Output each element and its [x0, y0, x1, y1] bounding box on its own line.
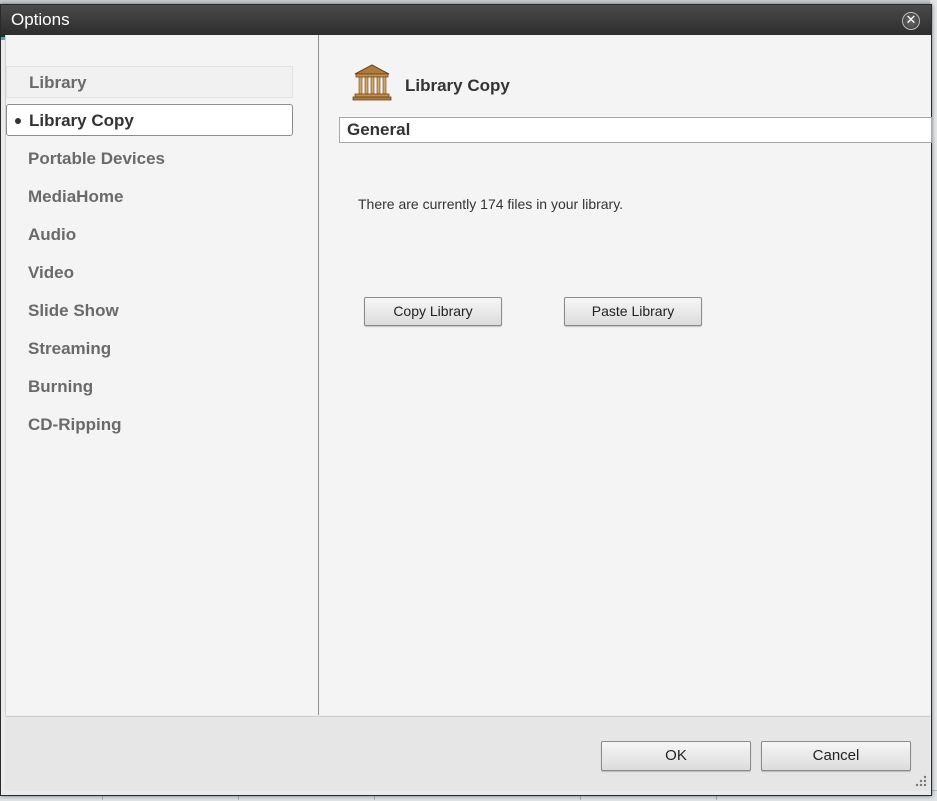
sidebar-item-label: Video: [28, 263, 74, 282]
close-icon[interactable]: ✕: [902, 12, 920, 30]
resize-grip-icon[interactable]: [913, 773, 927, 787]
sidebar-item-label: Slide Show: [28, 301, 119, 320]
sidebar-item-video[interactable]: Video: [6, 257, 293, 289]
sidebar-item-label: Library: [29, 73, 87, 92]
sidebar-item-label: Streaming: [28, 339, 112, 358]
sidebar-item-portable-devices[interactable]: Portable Devices: [6, 143, 293, 175]
window-title: Options: [11, 10, 70, 29]
paste-library-button[interactable]: Paste Library: [564, 297, 702, 326]
selected-bullet-icon: [15, 118, 21, 124]
sidebar-item-label: MediaHome: [28, 187, 124, 206]
sidebar-item-streaming[interactable]: Streaming: [6, 333, 293, 365]
sidebar-item-label: Portable Devices: [28, 149, 166, 168]
options-sidebar: Library Library Copy Portable Devices Me…: [6, 35, 319, 715]
sidebar-item-cd-ripping[interactable]: CD-Ripping: [6, 409, 293, 441]
section-header-label: General: [347, 120, 411, 139]
sidebar-item-library-copy[interactable]: Library Copy: [6, 104, 293, 136]
sidebar-item-label: Audio: [28, 225, 77, 244]
ok-button[interactable]: OK: [601, 741, 751, 771]
library-temple-icon: [352, 64, 392, 101]
library-file-count-text: There are currently 174 files in your li…: [358, 196, 624, 212]
panel-title: Library Copy: [405, 76, 510, 95]
sidebar-item-mediahome[interactable]: MediaHome: [6, 181, 293, 213]
cancel-button[interactable]: Cancel: [761, 741, 911, 771]
section-header-general: General: [339, 117, 932, 143]
sidebar-item-label: Burning: [28, 377, 94, 396]
sidebar-item-burning[interactable]: Burning: [6, 371, 293, 403]
sidebar-item-label: CD-Ripping: [28, 415, 122, 434]
sidebar-item-slide-show[interactable]: Slide Show: [6, 295, 293, 327]
copy-library-button[interactable]: Copy Library: [364, 297, 502, 326]
sidebar-item-label: Library Copy: [29, 111, 134, 130]
sidebar-item-library[interactable]: Library: [6, 66, 293, 98]
sidebar-item-audio[interactable]: Audio: [6, 219, 293, 251]
